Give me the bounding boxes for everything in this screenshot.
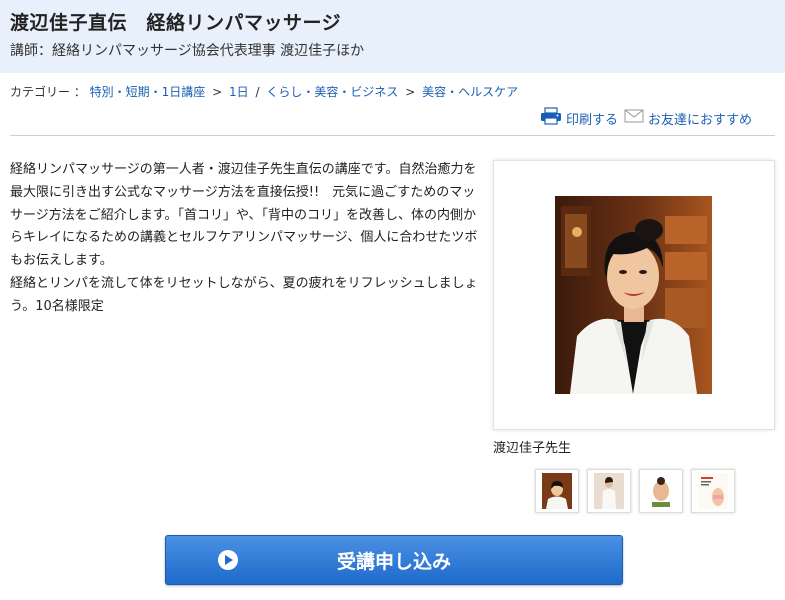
share-label: お友達におすすめ (647, 112, 752, 128)
play-icon (218, 550, 238, 570)
instructor-photo (555, 196, 712, 398)
thumbnail-book[interactable] (691, 469, 735, 513)
thumbnail-massage[interactable] (639, 469, 683, 513)
print-label: 印刷する (565, 112, 618, 128)
page-title: 渡辺佳子直伝 経絡リンパマッサージ (10, 12, 342, 34)
photo-caption: 渡辺佳子先生 (493, 441, 572, 456)
apply-button[interactable]: 受講申し込み (165, 535, 623, 585)
mail-icon (624, 109, 644, 127)
breadcrumb-separator: > (212, 85, 223, 99)
breadcrumb-item-lifestyle[interactable]: くらし・美容・ビジネス (266, 85, 398, 99)
page-header: 渡辺佳子直伝 経絡リンパマッサージ 講師：経絡リンパマッサージ協会代表理事 渡辺… (0, 0, 785, 73)
share-button[interactable]: お友達におすすめ (624, 109, 752, 128)
description-paragraph: 経絡とリンパを流して体をリセットしながら、夏の疲れをリフレッシュしましょう。10… (10, 275, 478, 314)
course-description: 経絡リンパマッサージの第一人者・渡辺佳子先生直伝の講座です。自然治癒力を最大限に… (10, 159, 485, 319)
description-paragraph: 経絡リンパマッサージの第一人者・渡辺佳子先生直伝の講座です。自然治癒力を最大限に… (10, 162, 478, 269)
breadcrumb-separator: / (255, 85, 260, 99)
thumbnail-gallery (535, 469, 743, 513)
apply-button-label: 受講申し込み (336, 550, 451, 573)
breadcrumb-separator: > (405, 85, 416, 99)
lecturer-line: 講師：経絡リンパマッサージ協会代表理事 渡辺佳子ほか (10, 43, 365, 59)
divider (10, 135, 775, 136)
instructor-photo-frame (493, 160, 775, 430)
breadcrumb: カテゴリー ： 特別・短期・1日講座 > 1日 / くらし・美容・ビジネス > … (10, 83, 518, 100)
breadcrumb-label: カテゴリー ： (10, 85, 86, 99)
breadcrumb-item-one-day[interactable]: 1日 (229, 85, 249, 99)
printer-icon (540, 107, 562, 129)
breadcrumb-item-special-courses[interactable]: 特別・短期・1日講座 (90, 85, 206, 99)
thumbnail-instructor-full[interactable] (587, 469, 631, 513)
page-actions: 印刷する お友達におすすめ (540, 107, 752, 129)
breadcrumb-item-beauty-health[interactable]: 美容・ヘルスケア (422, 85, 518, 99)
print-button[interactable]: 印刷する (540, 107, 618, 129)
thumbnail-instructor-portrait[interactable] (535, 469, 579, 513)
